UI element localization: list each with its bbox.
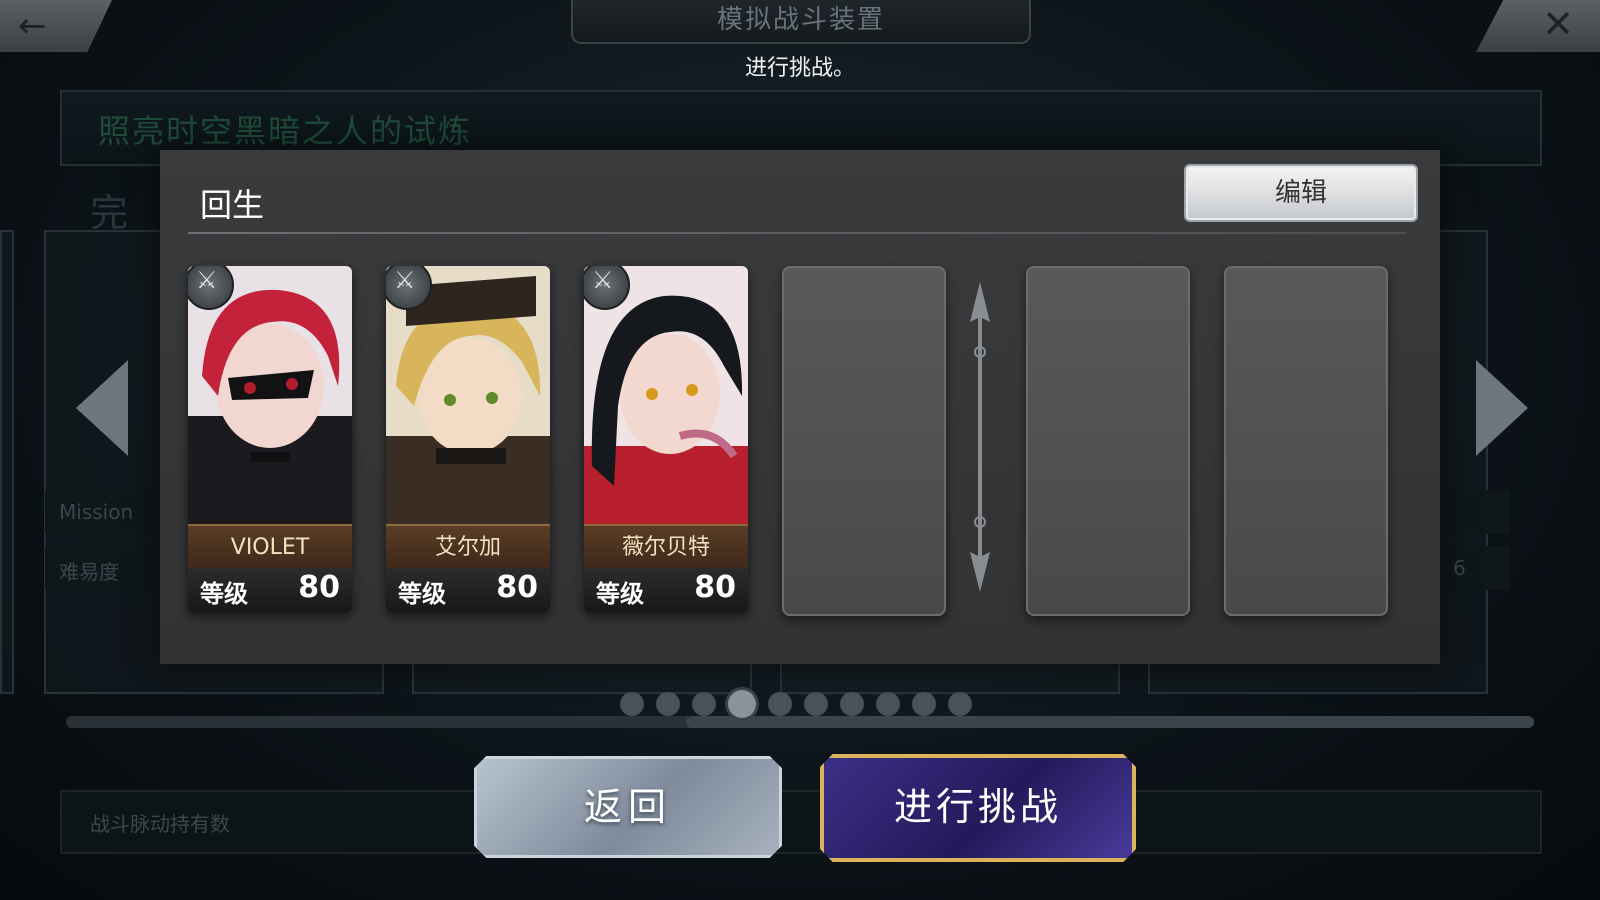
- page-dot[interactable]: [948, 692, 972, 716]
- unit-level-plate: 等级 80: [386, 568, 550, 612]
- unit-name-plate: 艾尔加: [386, 524, 550, 570]
- party-page-indicator: [620, 690, 980, 718]
- empty-unit-slot[interactable]: [1026, 266, 1190, 616]
- level-value: 80: [694, 570, 736, 605]
- page-dot[interactable]: [876, 692, 900, 716]
- close-icon: ✕: [1542, 2, 1574, 46]
- unit-card-velvet[interactable]: 薇尔贝特 等级 80: [584, 266, 748, 612]
- instruction-text: 进行挑战。: [744, 56, 855, 81]
- unit-level-plate: 等级 80: [188, 568, 352, 612]
- page-dot[interactable]: [912, 692, 936, 716]
- prev-stage-arrow-icon[interactable]: [76, 360, 128, 456]
- battle-pulse-label: 战斗脉动持有数: [90, 812, 230, 836]
- edit-party-button[interactable]: 编辑: [1184, 164, 1418, 222]
- unit-card-violet[interactable]: VIOLET 等级 80: [188, 266, 352, 612]
- level-label: 等级: [398, 580, 446, 608]
- mission-label: Mission: [59, 500, 134, 524]
- modal-divider: [188, 232, 1406, 234]
- return-button[interactable]: 返回: [474, 756, 782, 858]
- close-button[interactable]: ✕: [1476, 0, 1600, 52]
- page-dot[interactable]: [692, 692, 716, 716]
- background-panel: [0, 230, 14, 694]
- empty-unit-slot[interactable]: [1224, 266, 1388, 616]
- page-dot-active[interactable]: [728, 690, 756, 718]
- unit-name: 艾尔加: [434, 535, 501, 560]
- return-label: 返回: [583, 785, 672, 829]
- party-modal: 回生 编辑 VIOLET 等级 80: [160, 150, 1440, 664]
- difficulty-label: 难易度: [59, 560, 119, 584]
- trial-name: 照亮时空黑暗之人的试炼: [98, 112, 473, 150]
- unit-name: 薇尔贝特: [621, 535, 710, 560]
- level-value: 80: [298, 570, 340, 605]
- start-challenge-button[interactable]: 进行挑战: [820, 754, 1136, 862]
- level-label: 等级: [200, 580, 248, 608]
- unit-card-elga[interactable]: 艾尔加 等级 80: [386, 266, 550, 612]
- page-dot[interactable]: [656, 692, 680, 716]
- complete-label: 完: [90, 191, 129, 235]
- level-value: 80: [496, 570, 538, 605]
- page-dot[interactable]: [840, 692, 864, 716]
- front-back-divider-icon: [970, 282, 990, 592]
- back-button[interactable]: ←: [0, 0, 112, 52]
- difficulty-value: 6: [1453, 556, 1466, 580]
- back-arrow-icon: ←: [18, 6, 47, 46]
- page-dot[interactable]: [768, 692, 792, 716]
- page-dot[interactable]: [620, 692, 644, 716]
- unit-name: VIOLET: [230, 535, 310, 560]
- party-title: 回生: [200, 186, 265, 224]
- unit-name-plate: VIOLET: [188, 524, 352, 570]
- page-dot[interactable]: [804, 692, 828, 716]
- screen-title: 模拟战斗装置: [716, 5, 885, 35]
- level-label: 等级: [596, 580, 644, 608]
- unit-name-plate: 薇尔贝特: [584, 524, 748, 570]
- challenge-label: 进行挑战: [893, 785, 1062, 829]
- title-plate: 模拟战斗装置: [571, 0, 1031, 44]
- unit-level-plate: 等级 80: [584, 568, 748, 612]
- next-stage-arrow-icon[interactable]: [1476, 360, 1528, 456]
- empty-unit-slot[interactable]: [782, 266, 946, 616]
- edit-label: 编辑: [1274, 178, 1327, 208]
- battle-pulse-row: 战斗脉动持有数: [60, 790, 1542, 854]
